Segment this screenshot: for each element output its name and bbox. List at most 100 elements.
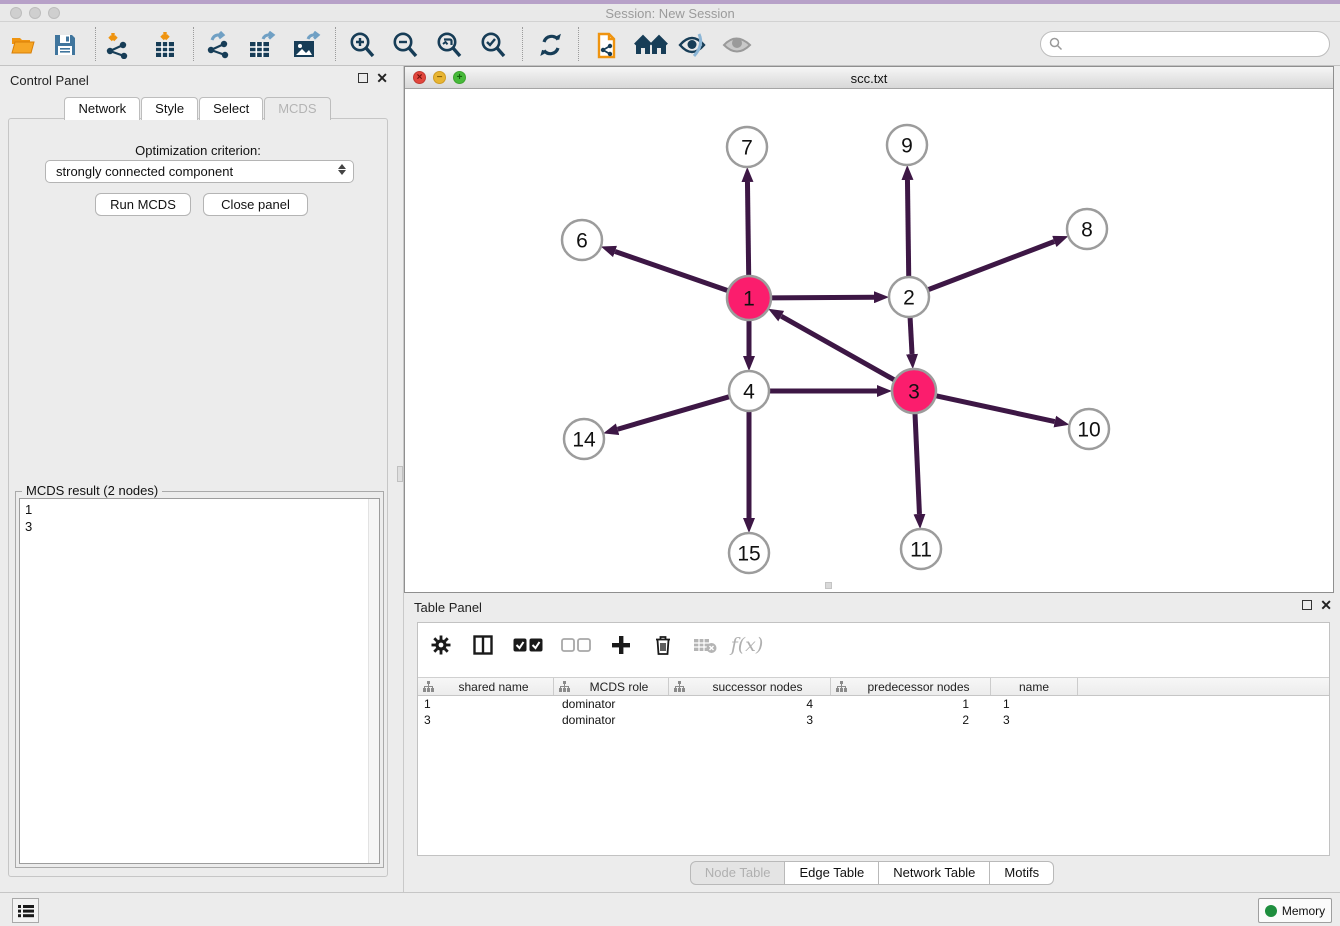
graph-edge-3-11[interactable]	[915, 413, 919, 514]
show-task-history-button[interactable]	[12, 898, 39, 923]
control-tab-style[interactable]: Style	[141, 97, 198, 120]
export-image-button[interactable]	[291, 30, 321, 60]
graph-edge-2-8[interactable]	[928, 241, 1055, 289]
unchecked-boxes-icon	[561, 638, 591, 652]
table-tab-motifs[interactable]: Motifs	[990, 861, 1054, 885]
graph-node-3[interactable]: 3	[892, 369, 936, 413]
save-session-button[interactable]	[50, 30, 80, 60]
table-row[interactable]: 3dominator323	[418, 712, 1329, 728]
table-tab-edge-table[interactable]: Edge Table	[785, 861, 879, 885]
search-field[interactable]	[1040, 31, 1330, 57]
graph-edge-4-14[interactable]	[618, 397, 730, 430]
memory-label: Memory	[1282, 904, 1325, 918]
float-panel-icon[interactable]	[1302, 600, 1312, 610]
graph-edge-1-7[interactable]	[747, 182, 748, 276]
mcds-result-list[interactable]: 13	[19, 498, 380, 864]
toolbar-separator	[193, 27, 194, 61]
graph-node-9[interactable]: 9	[887, 125, 927, 165]
splitter-grip[interactable]	[397, 466, 403, 482]
import-network-button[interactable]	[102, 30, 132, 60]
network-window-titlebar[interactable]: × − + scc.txt	[405, 67, 1333, 89]
canvas-resize-handle[interactable]	[825, 582, 832, 589]
delete-column-button[interactable]	[650, 632, 676, 658]
delete-table-button-disabled	[692, 632, 718, 658]
table-cell[interactable]: 3	[418, 712, 554, 728]
table-cell[interactable]: dominator	[554, 712, 669, 728]
column-header-predecessor-nodes[interactable]: predecessor nodes	[831, 678, 991, 695]
graph-node-10[interactable]: 10	[1069, 409, 1109, 449]
export-network-button[interactable]	[203, 30, 233, 60]
graph-node-2[interactable]: 2	[889, 277, 929, 317]
select-all-columns-button[interactable]	[512, 632, 544, 658]
zoom-in-button[interactable]	[347, 30, 377, 60]
function-builder-button-disabled: f(x)	[734, 632, 760, 658]
new-network-from-selection-button[interactable]	[590, 30, 620, 60]
graph-edge-3-10[interactable]	[935, 396, 1054, 422]
control-tab-network[interactable]: Network	[64, 97, 140, 120]
table-cell[interactable]: 2	[831, 712, 991, 728]
panel-splitter[interactable]	[396, 66, 404, 892]
dropdown-stepper-icon	[338, 164, 346, 175]
control-tab-mcds[interactable]: MCDS	[264, 97, 330, 120]
control-panel-title: Control Panel	[10, 73, 89, 88]
table-panel-header: Table Panel ✕	[404, 593, 1340, 619]
zoom-selected-button[interactable]	[478, 30, 508, 60]
criterion-dropdown[interactable]: strongly connected component	[45, 160, 354, 183]
show-column-panel-button[interactable]	[470, 632, 496, 658]
refresh-view-button[interactable]	[536, 30, 566, 60]
export-image-icon	[291, 31, 321, 59]
mcds-result-node: 3	[25, 518, 379, 535]
graph-node-1[interactable]: 1	[727, 276, 771, 320]
graph-node-7[interactable]: 7	[727, 127, 767, 167]
close-panel-icon[interactable]: ✕	[1320, 599, 1332, 611]
table-cell[interactable]: 1	[831, 696, 991, 712]
control-tab-select[interactable]: Select	[199, 97, 263, 120]
result-scrollbar[interactable]	[368, 499, 379, 863]
import-table-button[interactable]	[150, 30, 180, 60]
first-neighbors-button[interactable]	[633, 30, 669, 60]
create-column-button[interactable]	[608, 632, 634, 658]
open-session-button[interactable]	[8, 30, 38, 60]
hide-selected-button[interactable]	[678, 30, 708, 60]
graph-node-6[interactable]: 6	[562, 220, 602, 260]
graph-edge-2-9[interactable]	[907, 180, 908, 277]
export-table-button[interactable]	[247, 30, 277, 60]
close-panel-button[interactable]: Close panel	[203, 193, 308, 216]
graph-node-label: 8	[1081, 219, 1093, 242]
graph-node-8[interactable]: 8	[1067, 209, 1107, 249]
column-header-name[interactable]: name	[991, 678, 1078, 695]
network-graph-canvas[interactable]: 7 9 6 8 1 2 4 3 14 10 15 11	[405, 89, 1333, 592]
main-toolbar	[0, 22, 1340, 66]
run-mcds-button[interactable]: Run MCDS	[95, 193, 191, 216]
search-input[interactable]	[1063, 37, 1329, 52]
graph-node-14[interactable]: 14	[564, 419, 604, 459]
show-all-button[interactable]	[722, 30, 752, 60]
table-row[interactable]: 1dominator411	[418, 696, 1329, 712]
close-panel-icon[interactable]: ✕	[376, 72, 388, 84]
graph-node-11[interactable]: 11	[901, 529, 941, 569]
table-cell[interactable]: 3	[669, 712, 831, 728]
column-header-successor-nodes[interactable]: successor nodes	[669, 678, 831, 695]
float-panel-icon[interactable]	[358, 73, 368, 83]
graph-edge-2-3[interactable]	[910, 317, 912, 354]
zoom-fit-button[interactable]	[434, 30, 464, 60]
table-header-row: shared nameMCDS rolesuccessor nodesprede…	[418, 677, 1329, 696]
graph-edge-3-1[interactable]	[781, 316, 895, 380]
graph-edge-1-2[interactable]	[771, 297, 874, 298]
column-header-MCDS-role[interactable]: MCDS role	[554, 678, 669, 695]
table-cell[interactable]: dominator	[554, 696, 669, 712]
table-cell[interactable]: 3	[991, 712, 1078, 728]
zoom-out-button[interactable]	[390, 30, 420, 60]
table-settings-button[interactable]	[428, 632, 454, 658]
table-cell[interactable]: 1	[991, 696, 1078, 712]
graph-edge-1-6[interactable]	[615, 251, 728, 290]
unselect-all-columns-button[interactable]	[560, 632, 592, 658]
graph-node-4[interactable]: 4	[729, 371, 769, 411]
table-cell[interactable]: 4	[669, 696, 831, 712]
memory-button[interactable]: Memory	[1258, 898, 1332, 923]
column-header-shared-name[interactable]: shared name	[418, 678, 554, 695]
graph-node-15[interactable]: 15	[729, 533, 769, 573]
table-cell[interactable]: 1	[418, 696, 554, 712]
table-tab-node-table[interactable]: Node Table	[690, 861, 786, 885]
table-tab-network-table[interactable]: Network Table	[879, 861, 990, 885]
